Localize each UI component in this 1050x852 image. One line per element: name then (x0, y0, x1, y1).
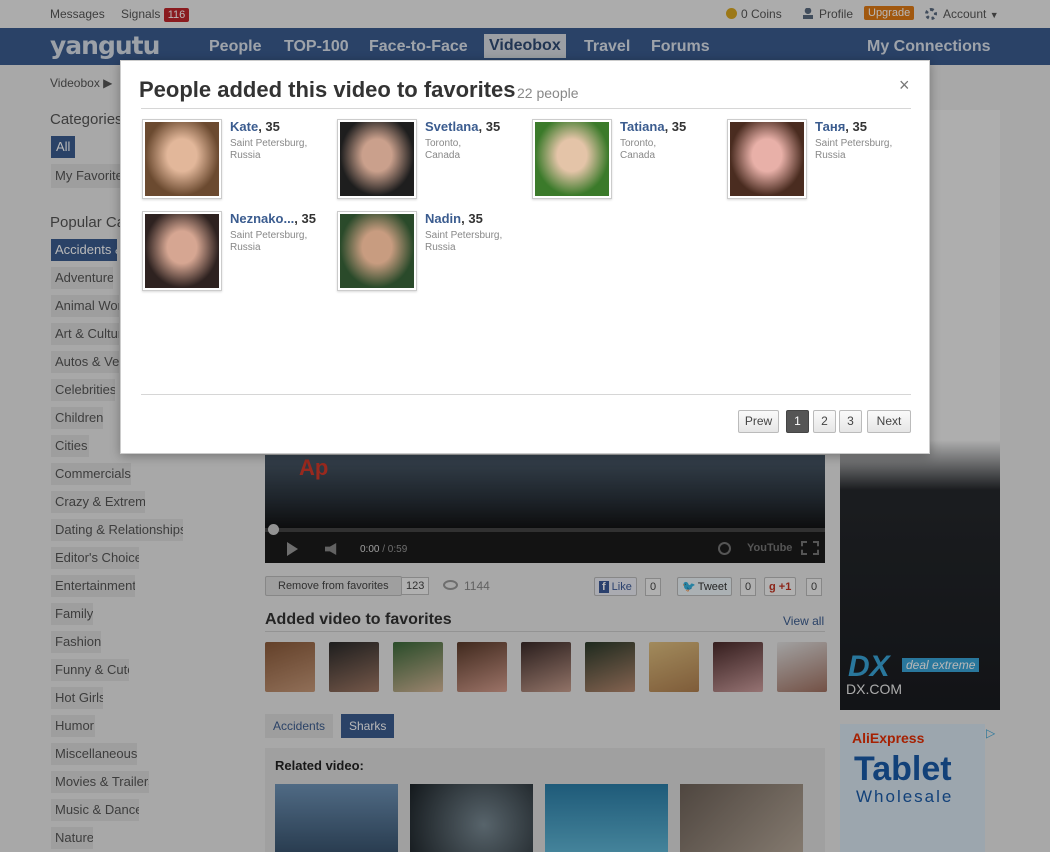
person-name-link[interactable]: Таня (815, 119, 845, 134)
person-city: Saint Petersburg, (230, 138, 308, 149)
avatar (340, 122, 414, 196)
person-country: Russia (230, 150, 261, 161)
avatar (730, 122, 804, 196)
person-card: Tatiana, 35 Toronto, Canada (532, 119, 722, 203)
person-location: Saint Petersburg, Russia (230, 138, 330, 162)
person-card: Svetlana, 35 Toronto, Canada (337, 119, 527, 203)
modal-people-count: 22 people (517, 85, 579, 101)
modal-divider-bottom (141, 394, 911, 395)
person-age: , 35 (294, 211, 316, 226)
pagination-prev-button[interactable]: Prew (738, 410, 779, 433)
person-name-line: Svetlana, 35 (425, 119, 500, 134)
person-age: , 35 (461, 211, 483, 226)
person-age: , 35 (664, 119, 687, 134)
person-country: Canada (425, 150, 461, 161)
person-photo[interactable] (532, 119, 612, 199)
person-country: Russia (425, 242, 456, 253)
person-location: Saint Petersburg, Russia (230, 230, 330, 254)
person-location: Saint Petersburg, Russia (815, 138, 915, 162)
pagination-page-2[interactable]: 2 (813, 410, 836, 433)
person-card: Neznako..., 35 Saint Petersburg, Russia (142, 211, 332, 295)
person-name-line: Таня, 35 (815, 119, 867, 134)
person-name-link[interactable]: Tatiana (620, 119, 665, 134)
person-name-line: Nadin, 35 (425, 211, 483, 226)
person-name-link[interactable]: Nadin (425, 211, 461, 226)
person-country: Russia (815, 150, 846, 161)
person-location: Toronto, Canada (425, 138, 525, 162)
person-country: Canada (620, 150, 656, 161)
person-age: , 35 (478, 119, 501, 134)
person-location: Toronto, Canada (620, 138, 720, 162)
person-country: Russia (230, 242, 261, 253)
person-photo[interactable] (727, 119, 807, 199)
person-age: , 35 (258, 119, 280, 134)
person-name-link[interactable]: Neznako... (230, 211, 294, 226)
person-name-line: Kate, 35 (230, 119, 280, 134)
person-photo[interactable] (337, 211, 417, 291)
person-card: Nadin, 35 Saint Petersburg, Russia (337, 211, 527, 295)
person-city: Saint Petersburg, (815, 138, 893, 149)
person-name-link[interactable]: Svetlana (425, 119, 478, 134)
close-icon[interactable]: × (899, 75, 910, 96)
avatar (145, 214, 219, 288)
favorites-modal: People added this video to favorites 22 … (120, 60, 930, 454)
person-name-link[interactable]: Kate (230, 119, 258, 134)
pagination-next-button[interactable]: Next (867, 410, 911, 433)
person-city: Saint Petersburg, (230, 230, 308, 241)
person-card: Kate, 35 Saint Petersburg, Russia (142, 119, 332, 203)
modal-title: People added this video to favorites (139, 77, 516, 102)
pagination-page-1[interactable]: 1 (786, 410, 809, 433)
modal-divider-top (141, 108, 911, 109)
person-card: Таня, 35 Saint Petersburg, Russia (727, 119, 917, 203)
pagination-page-3[interactable]: 3 (839, 410, 862, 433)
person-city: Toronto, (620, 138, 657, 149)
person-city: Toronto, (425, 138, 462, 149)
person-name-line: Tatiana, 35 (620, 119, 686, 134)
person-name-line: Neznako..., 35 (230, 211, 316, 226)
person-photo[interactable] (142, 211, 222, 291)
person-age: , 35 (845, 119, 867, 134)
avatar (535, 122, 609, 196)
avatar (145, 122, 219, 196)
person-photo[interactable] (142, 119, 222, 199)
person-photo[interactable] (337, 119, 417, 199)
person-city: Saint Petersburg, (425, 230, 503, 241)
person-location: Saint Petersburg, Russia (425, 230, 525, 254)
avatar (340, 214, 414, 288)
